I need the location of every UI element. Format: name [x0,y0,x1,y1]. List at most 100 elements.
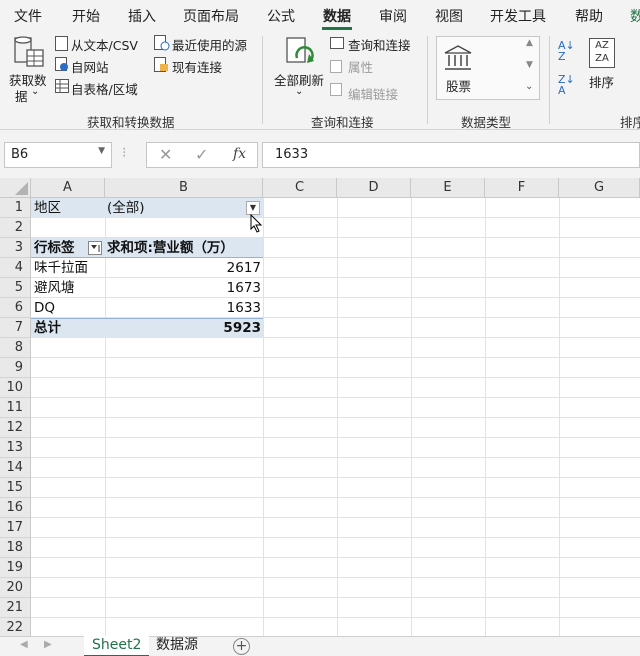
pivot-item-value: 2617 [226,260,261,276]
row-header[interactable]: 22 [0,618,31,636]
properties-icon [330,60,342,73]
row-header[interactable]: 1 [0,198,31,218]
row-header[interactable]: 12 [0,418,31,438]
pivot-item-value: 1673 [226,280,261,296]
row-header[interactable]: 9 [0,358,31,378]
insert-function-icon[interactable]: fx [233,146,246,162]
tab-home[interactable]: 开始 [72,6,100,26]
properties-button: 属性 [348,60,374,75]
tab-insert[interactable]: 插入 [128,6,156,26]
sort-za-icon[interactable]: Z↓ A [558,74,575,96]
prev-sheet-icon[interactable]: ◀ [20,639,28,650]
from-text-csv-button[interactable]: 从文本/CSV [71,35,138,54]
column-header-a[interactable]: A [31,178,105,198]
row-header[interactable]: 15 [0,478,31,498]
row-header[interactable]: 21 [0,598,31,618]
filter-funnel-icon[interactable] [88,241,102,255]
gallery-up-icon[interactable]: ▲ [526,38,533,48]
tab-view[interactable]: 视图 [435,6,463,26]
worksheet-grid[interactable]: A B C D E F G 1 2 3 4 5 6 7 8 9 10 11 12… [0,178,640,636]
tab-file[interactable]: 文件 [14,6,42,26]
chevron-down-icon[interactable]: ⌄ [31,86,39,97]
gallery-down-icon[interactable]: ▼ [526,60,533,70]
existing-connections-button[interactable]: 现有连接 [172,57,222,76]
row-header[interactable]: 7 [0,318,31,338]
row-header[interactable]: 17 [0,518,31,538]
table-icon [55,79,69,93]
column-header-c[interactable]: C [263,178,337,198]
gallery-more-icon[interactable]: ⌄ [525,81,533,92]
sort-az-icon[interactable]: A↓ Z [558,40,575,62]
tab-review[interactable]: 审阅 [379,6,407,26]
formula-input[interactable]: 1633 [262,142,640,168]
gridline [31,397,640,398]
existing-connections-icon [154,57,168,72]
row-header[interactable]: 16 [0,498,31,518]
from-table-button[interactable]: 自表格/区域 [71,79,138,98]
queries-connections-button[interactable]: 查询和连接 [348,35,411,54]
column-header-e[interactable]: E [411,178,485,198]
row-header[interactable]: 2 [0,218,31,238]
gridline [31,617,640,618]
cancel-icon[interactable]: ✕ [159,145,172,164]
gridline [31,557,640,558]
tab-page-layout[interactable]: 页面布局 [183,6,239,26]
column-header-b[interactable]: B [105,178,263,198]
tab-help[interactable]: 帮助 [575,6,603,26]
row-header[interactable]: 6 [0,298,31,318]
tab-formulas[interactable]: 公式 [267,6,295,26]
next-sheet-icon[interactable]: ▶ [44,639,52,650]
row-header[interactable]: 18 [0,538,31,558]
row-header[interactable]: 13 [0,438,31,458]
recent-sources-icon [154,35,170,51]
row-header[interactable]: 8 [0,338,31,358]
filter-dropdown-icon[interactable]: ▼ [246,201,260,215]
pivot-filter-field: 地区 [34,200,61,216]
ribbon-separator [427,36,428,124]
sheet-tab-sheet2[interactable]: Sheet2 [84,636,150,656]
ribbon-panel: 获取数 据 ⌄ 从文本/CSV 自网站 自表格/区域 最近使用的源 现有连接 获… [0,30,640,130]
select-all-corner[interactable] [0,178,31,198]
tab-data[interactable]: 数据 [323,6,351,26]
sheet-tab-data-source[interactable]: 数据源 [148,636,206,656]
add-sheet-icon[interactable]: + [233,638,250,655]
sort-button[interactable]: 排序 [589,72,614,91]
pivot-value-header: 求和项:营业额（万） [107,240,234,256]
drag-handle-icon[interactable]: ⁝ [122,145,126,161]
formula-value: 1633 [275,147,309,162]
group-label-sort: 排序 [620,115,640,130]
tab-developer[interactable]: 开发工具 [490,6,546,26]
column-header-g[interactable]: G [559,178,640,198]
gridline [31,537,640,538]
gridline [31,357,640,358]
chevron-down-icon[interactable]: ▼ [98,146,105,156]
pivot-item-name: 避风塘 [34,280,75,296]
from-web-button[interactable]: 自网站 [71,57,109,76]
pivot-filter-value[interactable]: (全部) [107,198,145,218]
pivot-item-value: 1633 [226,300,261,316]
stocks-data-type[interactable]: 股票 [446,76,471,95]
gridline [31,457,640,458]
web-icon [55,57,68,71]
row-header[interactable]: 20 [0,578,31,598]
row-header[interactable]: 14 [0,458,31,478]
enter-check-icon[interactable]: ✓ [195,145,208,164]
row-header[interactable]: 3 [0,238,31,258]
column-header-d[interactable]: D [337,178,411,198]
tab-overflow[interactable]: 数 [630,6,640,26]
row-header[interactable]: 4 [0,258,31,278]
chevron-down-icon[interactable]: ⌄ [295,86,303,97]
formula-bar: B6 ▼ ⁝ ✕ ✓ fx 1633 [0,130,640,178]
sheet-tab-bar: ◀ ▶ Sheet2 数据源 + [0,636,640,656]
row-header[interactable]: 11 [0,398,31,418]
column-header-f[interactable]: F [485,178,559,198]
row-header[interactable]: 19 [0,558,31,578]
recent-sources-button[interactable]: 最近使用的源 [172,35,247,54]
gridline [31,377,640,378]
row-header[interactable]: 5 [0,278,31,298]
queries-connections-icon [330,37,344,49]
get-data-label-2: 据 [15,89,28,104]
row-header[interactable]: 10 [0,378,31,398]
mouse-pointer-icon [250,214,263,233]
name-box[interactable]: B6 ▼ [4,142,112,168]
